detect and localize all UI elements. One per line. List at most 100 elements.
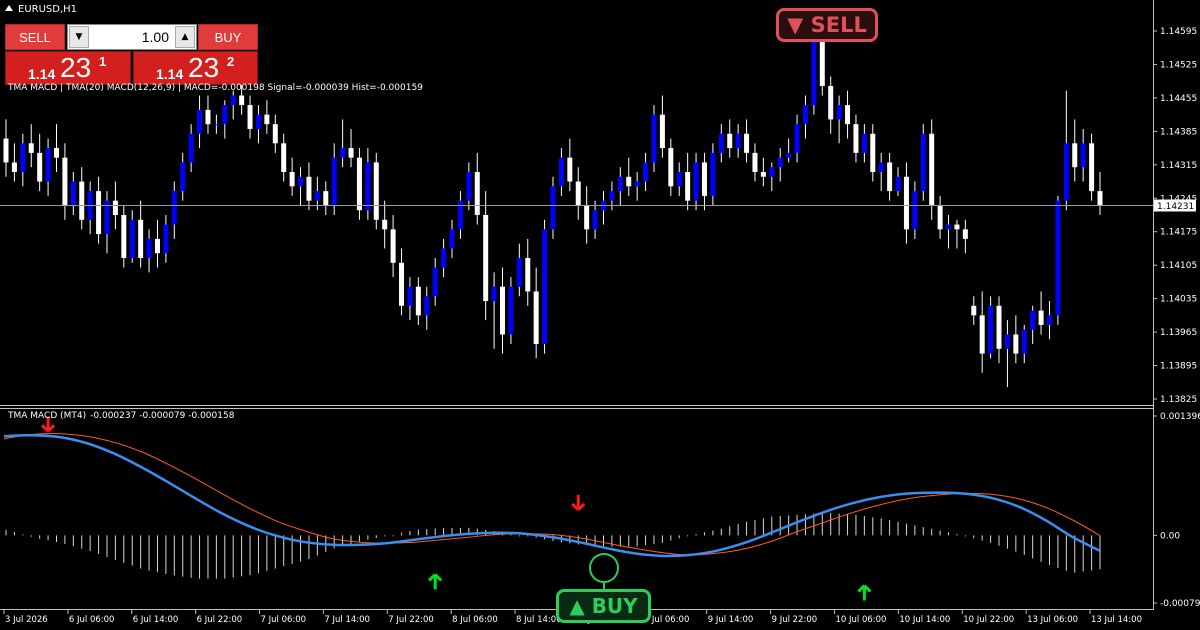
- candle-body: [146, 238, 152, 259]
- sub-indicator-values: -0.000237 -0.000079 -0.000158: [90, 411, 235, 421]
- candle: [668, 138, 674, 196]
- candle-body: [255, 114, 261, 129]
- candle-body: [954, 224, 960, 230]
- candle: [1080, 128, 1086, 182]
- sub-tick-label: 0.00: [1160, 531, 1180, 541]
- candle-body: [971, 305, 977, 316]
- candle-body: [37, 152, 43, 182]
- candle: [62, 143, 68, 220]
- lot-size-input[interactable]: 1.00: [92, 25, 172, 49]
- candle-body: [1097, 191, 1103, 206]
- candle: [744, 119, 750, 163]
- candle: [163, 215, 169, 263]
- price-tick-label: 1.14035: [1160, 295, 1197, 305]
- candle-body: [457, 200, 463, 230]
- symbol-menu-icon[interactable]: [5, 5, 13, 11]
- candle: [542, 219, 548, 354]
- lot-increase-button[interactable]: ▲: [175, 26, 195, 48]
- candle-body: [802, 105, 808, 125]
- candle: [1089, 133, 1095, 201]
- time-tick-label: 6 Jul 22:00: [197, 615, 243, 625]
- candle: [79, 167, 85, 230]
- candle: [701, 152, 707, 211]
- candle-body: [643, 162, 649, 182]
- candle: [247, 95, 253, 139]
- candle: [70, 171, 76, 215]
- candle: [213, 114, 219, 134]
- candle-body: [79, 181, 85, 220]
- sell-price-button[interactable]: 1.14 23 1: [5, 51, 131, 85]
- candle: [1055, 195, 1061, 325]
- candle: [20, 133, 26, 187]
- one-click-trading-panel: SELL ▼ 1.00 ▲ BUY 1.14 23 1 1.14 23 2: [5, 24, 258, 85]
- lot-decrease-button[interactable]: ▼: [69, 26, 89, 48]
- chart-canvas[interactable]: 1.145951.145251.144551.143851.143151.142…: [0, 0, 1200, 630]
- lot-size-stepper[interactable]: ▼ 1.00 ▲: [67, 24, 197, 50]
- candle-body: [272, 124, 278, 144]
- time-tick-label: 13 Jul 14:00: [1091, 615, 1142, 625]
- candle: [903, 162, 909, 244]
- candle-body: [634, 181, 640, 187]
- candle-body: [760, 171, 766, 177]
- candle-body: [424, 296, 430, 316]
- candle: [331, 143, 337, 215]
- candle-body: [1080, 143, 1086, 168]
- candle-body: [575, 181, 581, 206]
- candle: [424, 286, 430, 330]
- candle-body: [1063, 143, 1069, 201]
- candle: [306, 162, 312, 211]
- time-tick-label: 8 Jul 06:00: [452, 615, 498, 625]
- current-price-label: 1.14231: [1157, 202, 1194, 212]
- sell-price-pipette: 1: [99, 54, 107, 69]
- price-tick-label: 1.14315: [1160, 161, 1197, 171]
- sell-button[interactable]: SELL: [5, 24, 65, 50]
- candle: [281, 133, 287, 182]
- candle-body: [154, 238, 160, 254]
- buy-price-button[interactable]: 1.14 23 2: [133, 51, 258, 85]
- candle-body: [432, 267, 438, 297]
- candle: [861, 124, 867, 163]
- sub-indicator-name: TMA MACD (MT4): [8, 411, 87, 421]
- candle-body: [205, 109, 211, 125]
- candle: [979, 291, 985, 373]
- candle-body: [1055, 200, 1061, 316]
- candle: [786, 138, 792, 163]
- candle-body: [744, 133, 750, 153]
- price-tick-label: 1.13965: [1160, 328, 1197, 338]
- candle: [558, 148, 564, 196]
- candle: [323, 181, 329, 215]
- time-tick-label: 8 Jul 14:00: [516, 615, 562, 625]
- price-tick-label: 1.14455: [1160, 94, 1197, 104]
- candle-body: [138, 219, 144, 259]
- candle-body: [710, 152, 716, 196]
- sell-arrow-icon: [571, 494, 586, 511]
- candle: [483, 191, 489, 321]
- candle-body: [491, 286, 497, 302]
- candle: [340, 119, 346, 168]
- candle-body: [996, 305, 1002, 349]
- candle-body: [887, 162, 893, 192]
- candle-body: [399, 262, 405, 306]
- candle: [298, 167, 304, 206]
- candle-body: [314, 191, 320, 201]
- candle: [508, 277, 514, 345]
- candle-body: [365, 162, 371, 211]
- main-indicator-label: TMA MACD | TMA(20) MACD(12,26,9) | MACD=…: [8, 83, 423, 93]
- time-tick-label: 6 Jul 14:00: [133, 615, 179, 625]
- candle: [685, 152, 691, 211]
- candle-body: [651, 114, 657, 163]
- candle-body: [1013, 334, 1019, 354]
- buy-button[interactable]: BUY: [198, 24, 258, 50]
- candle: [449, 219, 455, 259]
- candle-body: [129, 219, 135, 259]
- candle-body: [727, 133, 733, 149]
- candle: [735, 124, 741, 158]
- candle-body: [264, 114, 270, 125]
- candle: [1013, 315, 1019, 364]
- candle: [1030, 305, 1036, 345]
- candle: [828, 76, 834, 134]
- price-tick-label: 1.14385: [1160, 127, 1197, 137]
- time-tick-label: 10 Jul 06:00: [835, 615, 886, 625]
- candle-body: [920, 133, 926, 192]
- candle-body: [1021, 329, 1027, 354]
